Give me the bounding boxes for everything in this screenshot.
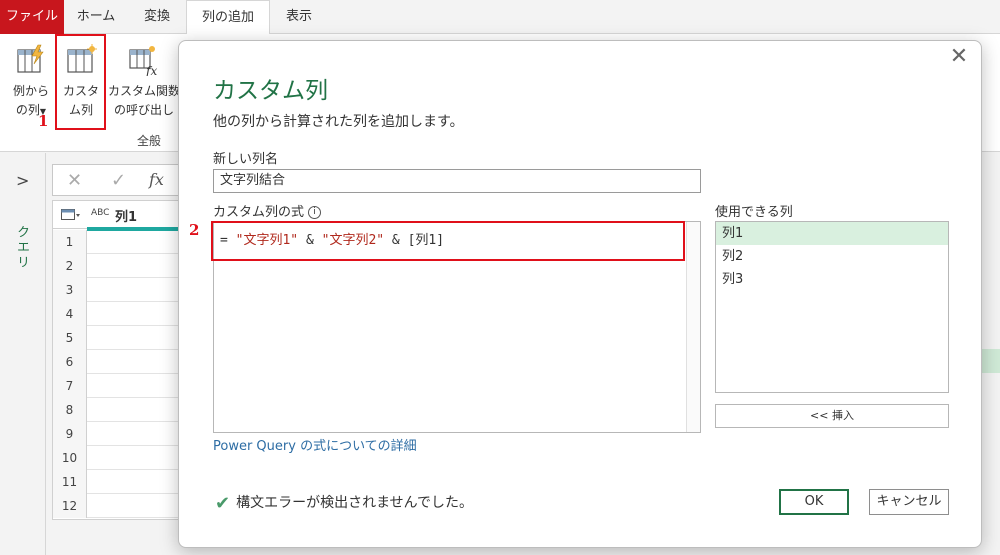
table-row[interactable]: 4 [53,302,189,326]
custom-column-dialog: ✕ カスタム列 他の列から計算された列を追加します。 新しい列名 文字列結合 カ… [178,40,982,548]
step-1-marker: 1 [38,112,49,130]
insert-button[interactable]: << 挿入 [715,404,949,428]
available-column-item[interactable]: 列1 [716,222,948,245]
queries-pane: > クエリ [0,153,46,555]
invoke-function-icon: fx [129,46,157,76]
highlight-box-1 [55,34,106,130]
available-column-item[interactable]: 列3 [716,268,948,291]
column-header-label[interactable]: 列1 [115,206,137,225]
column-from-examples-label-2: の列 [15,103,40,117]
table-row[interactable]: 8 [53,398,189,422]
step-2-marker: 2 [189,221,200,239]
available-columns-label: 使用できる列 [715,205,793,220]
highlight-box-2 [211,221,685,261]
data-grid: ABC 列1 1 2 3 4 5 6 7 8 9 10 11 12 [52,200,189,520]
table-row[interactable]: 1 [53,230,189,254]
row-number: 8 [53,398,87,422]
available-columns-list: 列1 列2 列3 [715,221,949,393]
queries-pane-label[interactable]: クエリ [12,225,31,270]
invoke-function-label-2: の呼び出し [113,103,174,117]
column-from-examples-button[interactable]: 例から の列▼ [8,44,54,121]
tab-file[interactable]: ファイル [0,0,64,34]
custom-column-formula-label: カスタム列の式 [213,205,305,220]
svg-text:fx: fx [145,64,157,76]
tab-add-column[interactable]: 列の追加 [186,0,270,35]
confirm-formula-icon[interactable]: ✓ [111,170,126,191]
row-number: 6 [53,350,87,374]
row-number: 9 [53,422,87,446]
ribbon-group-general-label: 全般 [137,134,162,148]
column-from-examples-label-1: 例から [12,84,49,98]
new-column-name-label: 新しい列名 [213,152,279,167]
table-row[interactable]: 7 [53,374,189,398]
invoke-custom-function-button[interactable]: fx カスタム関数 の呼び出し [108,44,180,120]
formula-label-row: カスタム列の式 i [213,201,322,220]
row-number: 7 [53,374,87,398]
invoke-function-label-1: カスタム関数 [108,84,181,98]
available-column-item[interactable]: 列2 [716,245,948,268]
tab-home[interactable]: ホーム [64,0,128,34]
table-menu-icon[interactable] [61,209,81,221]
table-row[interactable]: 6 [53,350,189,374]
row-number: 11 [53,470,87,494]
info-icon[interactable]: i [308,206,322,219]
row-number: 4 [53,302,87,326]
tab-view[interactable]: 表示 [270,0,328,34]
fx-icon[interactable]: fx [149,170,164,189]
column-type-icon[interactable]: ABC [91,208,109,218]
row-number: 12 [53,494,87,518]
ribbon-tab-bar: ファイル ホーム 変換 列の追加 表示 [0,0,1000,35]
expand-chevron-icon[interactable]: > [16,171,29,190]
new-column-name-input[interactable]: 文字列結合 [213,169,701,193]
grid-header: ABC 列1 [53,201,189,231]
table-row[interactable]: 5 [53,326,189,350]
table-row[interactable]: 10 [53,446,189,470]
row-number: 1 [53,230,87,254]
column-from-examples-icon [17,44,44,73]
row-number: 3 [53,278,87,302]
syntax-status: ✔ 構文エラーが検出されませんでした。 [215,492,473,514]
ok-button[interactable]: OK [779,489,849,515]
background-selected-strip [982,349,1000,373]
close-icon[interactable]: ✕ [947,45,971,69]
syntax-status-text: 構文エラーが検出されませんでした。 [236,495,473,511]
checkmark-icon: ✔ [215,492,231,514]
table-row[interactable]: 9 [53,422,189,446]
formula-scrollbar[interactable] [686,222,700,432]
dialog-subtitle: 他の列から計算された列を追加します。 [213,114,464,130]
row-number: 5 [53,326,87,350]
table-row[interactable]: 3 [53,278,189,302]
table-row[interactable]: 12 [53,494,189,518]
table-row[interactable]: 11 [53,470,189,494]
table-row[interactable]: 2 [53,254,189,278]
row-number: 2 [53,254,87,278]
learn-formulas-link[interactable]: Power Query の式についての詳細 [213,435,417,454]
tab-transform[interactable]: 変換 [128,0,186,34]
cancel-formula-icon[interactable]: ✕ [67,170,82,191]
formula-bar: ✕ ✓ fx [52,164,188,196]
background-right-edge [982,153,1000,555]
dialog-title: カスタム列 [213,78,328,104]
cancel-button[interactable]: キャンセル [869,489,949,515]
row-number: 10 [53,446,87,470]
